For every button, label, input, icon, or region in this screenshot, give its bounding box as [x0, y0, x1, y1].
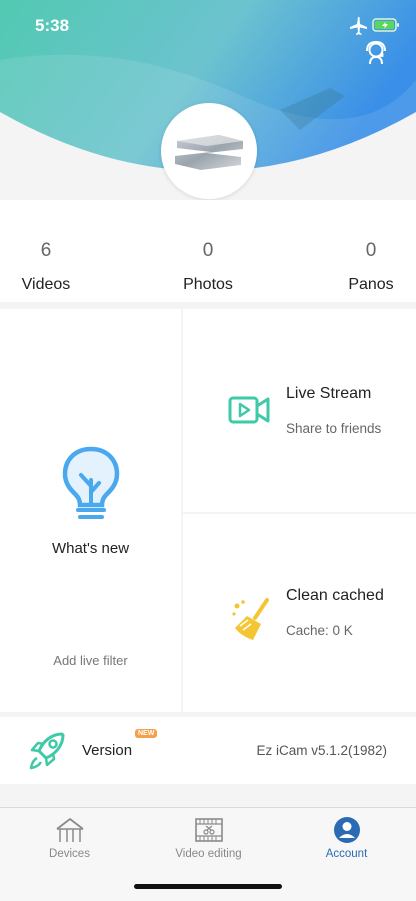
lightbulb-icon	[62, 446, 120, 519]
version-row[interactable]: Version NEW Ez iCam v5.1.2(1982)	[0, 717, 416, 784]
status-time: 5:38	[35, 16, 70, 35]
rocket-icon	[29, 732, 65, 770]
video-camera-icon	[228, 396, 270, 424]
live-stream-card[interactable]: Live Stream Share to friends	[183, 309, 416, 512]
videos-count: 6	[40, 240, 52, 261]
live-stream-title: Live Stream	[286, 385, 372, 402]
person-icon	[334, 817, 360, 843]
avatar[interactable]	[161, 103, 257, 199]
version-label: Version	[82, 742, 133, 759]
tab-video-editing[interactable]: Video editing	[139, 808, 278, 870]
header-banner: 5:38	[0, 0, 416, 200]
film-scissors-icon	[195, 818, 223, 842]
stats-row: 6 Videos 0 Photos 0 Panos	[0, 200, 416, 302]
home-indicator[interactable]	[134, 884, 282, 889]
new-badge: NEW	[135, 729, 158, 738]
cache-size-label: Cache: 0 K	[286, 623, 353, 638]
version-value: Ez iCam v5.1.2(1982)	[256, 743, 387, 758]
clean-cache-card[interactable]: Clean cached Cache: 0 K	[183, 514, 416, 712]
app-logo-icon	[175, 135, 243, 170]
whats-new-title: What's new	[51, 540, 130, 557]
battery-charging-icon	[372, 18, 399, 32]
panos-count: 0	[365, 240, 377, 261]
tab-devices-label: Devices	[49, 848, 90, 860]
broom-icon	[232, 598, 269, 640]
tab-account[interactable]: Account	[277, 808, 416, 870]
photos-label: Photos	[183, 276, 233, 293]
airplane-mode-icon	[350, 17, 367, 35]
tab-devices[interactable]: Devices	[0, 808, 139, 870]
whats-new-card[interactable]: What's new Add live filter	[0, 309, 181, 712]
videos-label: Videos	[21, 276, 71, 293]
panos-label: Panos	[348, 276, 394, 293]
clean-cached-title: Clean cached	[286, 587, 384, 604]
photos-count: 0	[202, 240, 214, 261]
tab-video-editing-label: Video editing	[175, 848, 242, 860]
live-stream-subtitle: Share to friends	[286, 421, 382, 436]
whats-new-subtitle: Add live filter	[53, 653, 128, 668]
tab-account-label: Account	[325, 848, 368, 860]
house-icon	[56, 818, 84, 842]
support-headset-icon[interactable]	[362, 38, 390, 66]
feature-grid: What's new Add live filter Live Stream S…	[0, 309, 416, 712]
